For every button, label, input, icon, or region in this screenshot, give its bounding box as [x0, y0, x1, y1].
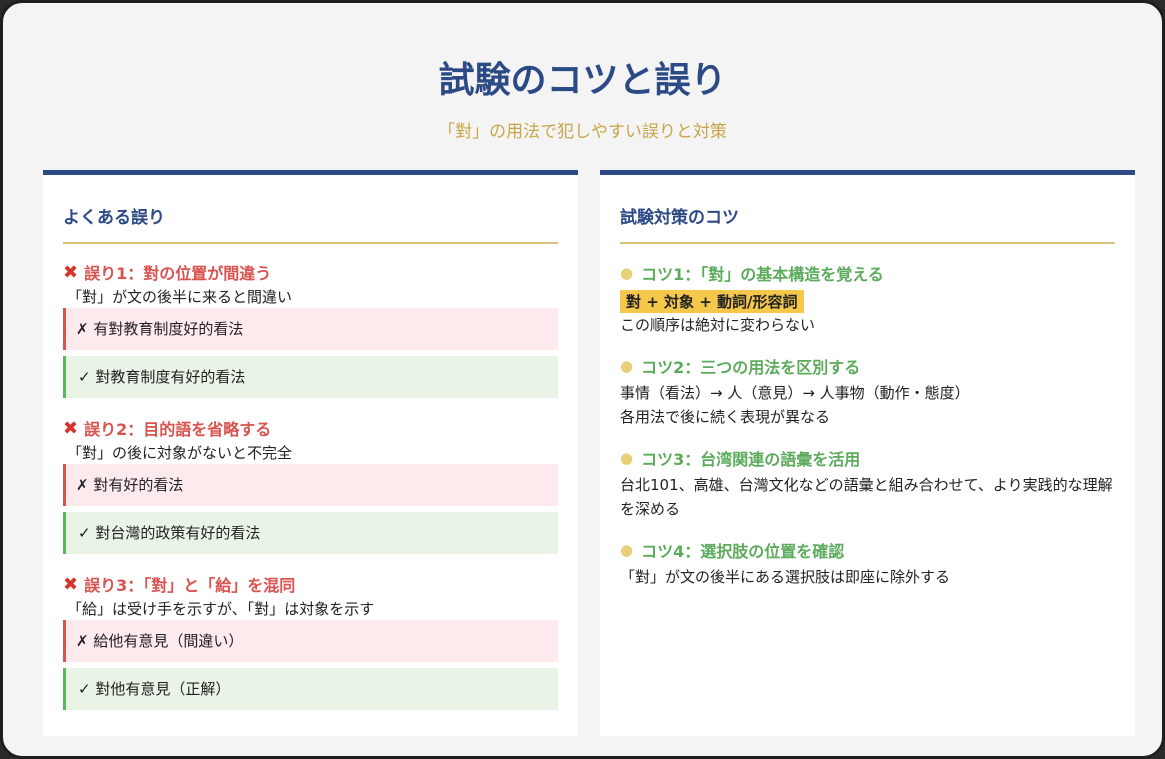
lightbulb-icon: ●	[620, 541, 634, 559]
tip-title: コツ2：三つの用法を区別する	[641, 358, 861, 377]
mistake-title: 誤り3：「對」と「給」を混同	[84, 576, 296, 595]
page: 試験のコツと誤り 「對」の用法で犯しやすい誤りと対策 よくある誤り ✖ 誤り1：對…	[0, 0, 1165, 759]
mistake-desc: 「對」の後に対象がないと不完全	[67, 444, 293, 462]
mistake-title: 誤り2：目的語を省略する	[84, 420, 272, 439]
wrong-example: ✗ 有對教育制度好的看法	[63, 308, 558, 350]
mistakes-card: よくある誤り ✖ 誤り1：對の位置が間違う 「對」が文の後半に来ると間違い ✗ 有…	[43, 170, 578, 736]
mistake-item: ✖ 誤り1：對の位置が間違う 「對」が文の後半に来ると間違い ✗ 有對教育制度好的…	[63, 258, 558, 398]
mistake-title: 誤り1：對の位置が間違う	[84, 264, 272, 283]
lightbulb-icon: ●	[620, 264, 634, 282]
tip-desc: 事情（看法）→ 人（意見）→ 人事物（動作・態度）	[620, 384, 970, 402]
tips-card: 試験対策のコツ ● コツ1：「對」の基本構造を覚える 對 + 対象 + 動詞/形容…	[600, 170, 1135, 736]
wrong-example: ✗ 給他有意見（間違い）	[63, 620, 558, 662]
tip-desc: 台北101、高雄、台灣文化などの語彙と組み合わせて、より実践的な理解を深める	[620, 476, 1113, 518]
mistakes-heading: よくある誤り	[63, 203, 558, 244]
cross-icon: ✖	[63, 573, 79, 595]
mistake-desc: 「給」は受け手を示すが、「對」は対象を示す	[67, 600, 375, 618]
tip-title: コツ4：選択肢の位置を確認	[641, 542, 845, 561]
tip-item: ● コツ1：「對」の基本構造を覚える 對 + 対象 + 動詞/形容詞 この順序は絶…	[620, 258, 1115, 337]
cross-icon: ✖	[63, 417, 79, 439]
formula-highlight: 對 + 対象 + 動詞/形容詞	[620, 290, 804, 313]
tip-title: コツ3：台湾関連の語彙を活用	[641, 450, 861, 469]
page-subtitle: 「對」の用法で犯しやすい誤りと対策	[438, 122, 727, 142]
tip-desc-2: 各用法で後に続く表現が異なる	[620, 408, 831, 426]
tip-item: ● コツ2：三つの用法を区別する 事情（看法）→ 人（意見）→ 人事物（動作・態度…	[620, 351, 1115, 429]
tip-title: コツ1：「對」の基本構造を覚える	[641, 265, 884, 284]
page-title: 試験のコツと誤り	[438, 60, 727, 101]
tip-item: ● コツ4：選択肢の位置を確認 「對」が文の後半にある選択肢は即座に除外する	[620, 535, 1115, 589]
correct-example: ✓ 對台灣的政策有好的看法	[63, 512, 558, 554]
tip-desc: この順序は絶対に変わらない	[620, 316, 816, 334]
tips-heading: 試験対策のコツ	[620, 203, 1115, 244]
correct-example: ✓ 對教育制度有好的看法	[63, 356, 558, 398]
cross-icon: ✖	[63, 261, 79, 283]
correct-example: ✓ 對他有意見（正解）	[63, 668, 558, 710]
tip-item: ● コツ3：台湾関連の語彙を活用 台北101、高雄、台灣文化などの語彙と組み合わせ…	[620, 443, 1115, 521]
mistake-desc: 「對」が文の後半に来ると間違い	[67, 288, 293, 306]
lightbulb-icon: ●	[620, 449, 634, 467]
mistake-item: ✖ 誤り2：目的語を省略する 「對」の後に対象がないと不完全 ✗ 對有好的看法 ✓…	[63, 414, 558, 554]
tip-desc: 「對」が文の後半にある選択肢は即座に除外する	[620, 568, 951, 586]
mistake-item: ✖ 誤り3：「對」と「給」を混同 「給」は受け手を示すが、「對」は対象を示す ✗ …	[63, 570, 558, 710]
lightbulb-icon: ●	[620, 357, 634, 375]
wrong-example: ✗ 對有好的看法	[63, 464, 558, 506]
